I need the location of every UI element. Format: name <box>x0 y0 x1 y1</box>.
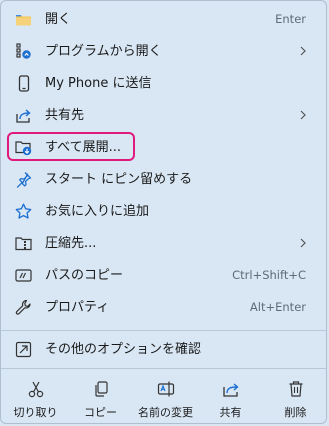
menu-item-add-to-favorites[interactable]: お気に入りに追加 <box>5 196 324 227</box>
rename-button[interactable]: 名前の変更 <box>133 369 198 423</box>
menu-item-properties[interactable]: プロパティ Alt+Enter <box>5 292 324 323</box>
menu-item-label: スタート にピン留めする <box>45 172 193 187</box>
shortcut-text: Enter <box>275 12 306 26</box>
menu-item-label: My Phone に送信 <box>45 76 152 91</box>
cut-label: 切り取り <box>13 406 58 419</box>
shortcut-text: Ctrl+Shift+C <box>232 268 306 282</box>
extract-all-icon <box>15 139 32 156</box>
chevron-right-icon <box>300 238 306 248</box>
phone-icon <box>15 75 32 92</box>
trash-icon <box>287 380 305 398</box>
separator <box>1 330 326 331</box>
rename-label: 名前の変更 <box>138 406 193 419</box>
menu-item-label: パスのコピー <box>45 268 124 283</box>
menu-item-label: すべて展開... <box>45 140 121 155</box>
copy-button[interactable]: コピー <box>68 369 133 423</box>
menu-item-extract-all[interactable]: すべて展開... <box>5 132 324 163</box>
menu-item-share-with[interactable]: 共有先 <box>5 100 324 131</box>
compress-icon <box>15 235 32 252</box>
menu-item-label: お気に入りに追加 <box>45 204 150 219</box>
menu-item-show-more-options[interactable]: その他のオプションを確認 <box>5 334 324 365</box>
chevron-right-icon <box>300 110 306 120</box>
folder-open-icon <box>15 11 32 28</box>
menu-item-send-to-phone[interactable]: My Phone に送信 <box>5 68 324 99</box>
scissors-icon <box>27 380 45 398</box>
cut-button[interactable]: 切り取り <box>3 369 68 423</box>
menu-item-open-with[interactable]: プログラムから開く <box>5 36 324 67</box>
quick-action-bar: 切り取り コピー 名前の変更 共有 削除 <box>1 369 326 423</box>
menu-item-open[interactable]: 開く Enter <box>5 4 324 35</box>
rename-icon <box>157 380 175 398</box>
delete-label: 削除 <box>284 406 307 419</box>
menu-item-label: プログラムから開く <box>45 44 162 59</box>
open-with-icon <box>15 43 32 60</box>
copy-label: コピー <box>84 406 117 419</box>
delete-button[interactable]: 削除 <box>263 369 326 423</box>
copy-path-icon <box>15 267 32 284</box>
share-label: 共有 <box>219 406 242 419</box>
more-options-icon <box>15 341 32 358</box>
share-icon <box>15 107 32 124</box>
menu-item-label: 圧縮先... <box>45 236 97 251</box>
menu-item-label: プロパティ <box>45 300 110 315</box>
share-button[interactable]: 共有 <box>198 369 263 423</box>
wrench-icon <box>15 299 32 316</box>
share-icon <box>222 380 240 398</box>
menu-item-label: 開く <box>45 12 72 27</box>
pin-icon <box>15 171 32 188</box>
context-menu: 開く Enter プログラムから開く My Phone に送信 共有先 すべて展… <box>0 0 327 424</box>
menu-item-pin-to-start[interactable]: スタート にピン留めする <box>5 164 324 195</box>
menu-item-compress-to[interactable]: 圧縮先... <box>5 228 324 259</box>
star-icon <box>15 203 32 220</box>
copy-icon <box>92 380 110 398</box>
chevron-right-icon <box>300 46 306 56</box>
menu-item-copy-path[interactable]: パスのコピー Ctrl+Shift+C <box>5 260 324 291</box>
menu-item-label: 共有先 <box>45 108 85 123</box>
menu-item-label: その他のオプションを確認 <box>45 342 202 357</box>
shortcut-text: Alt+Enter <box>249 300 306 314</box>
